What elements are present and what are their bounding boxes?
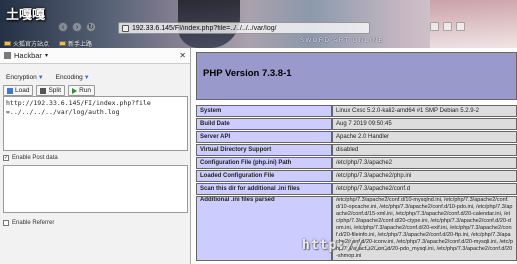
phpinfo-row: Virtual Directory Support disabled xyxy=(196,144,517,156)
split-url-button[interactable]: Split xyxy=(36,85,66,96)
phpinfo-row: Build Date Aug 7 2019 09:50:45 xyxy=(196,118,517,130)
phpinfo-value: /etc/php/7.3/apache2 xyxy=(332,157,517,169)
forward-icon[interactable]: › xyxy=(72,22,82,32)
phpinfo-row: System Linux Cxsc 5.2.0-kali2-amd64 #1 SM… xyxy=(196,105,517,117)
menu-icon[interactable] xyxy=(456,22,465,31)
phpinfo-value: Apache 2.0 Handler xyxy=(332,131,517,143)
load-icon xyxy=(7,87,13,94)
bookmark-item[interactable]: 火狐官方站点 xyxy=(4,38,49,48)
library-icon[interactable] xyxy=(443,22,452,31)
hackbar-sidebar: Hackbar ▾ ✕ Encryption ▼ Encoding ▼ Load… xyxy=(0,48,191,264)
phpinfo-key: Server API xyxy=(196,131,332,143)
phpinfo-header: PHP Version 7.3.8-1 xyxy=(196,52,517,100)
split-label: Split xyxy=(48,87,62,94)
phpinfo-key: Virtual Directory Support xyxy=(196,144,332,156)
hackbar-url-textarea[interactable]: http://192.33.6.145/FI/index.php?file=..… xyxy=(3,96,188,151)
page-info-icon[interactable] xyxy=(122,24,129,32)
post-data-textarea[interactable] xyxy=(3,165,188,213)
enable-post-row[interactable]: ✓ Enable Post data xyxy=(3,155,58,161)
back-icon[interactable]: ‹ xyxy=(58,22,68,32)
folder-icon xyxy=(4,40,11,46)
phpinfo-value: /etc/php/7.3/apache2/php.ini xyxy=(332,170,517,182)
url-path: /FI/index.php?file=../../../../var/log/ xyxy=(172,24,277,32)
url-host: 192.33.6.145 xyxy=(132,24,173,32)
bookmarks-bar: 火狐官方站点 新手上路 xyxy=(0,38,92,48)
banner-logo-text: SWORD ART ONLINE xyxy=(300,38,385,44)
bookmark-label: 新手上路 xyxy=(68,41,93,48)
split-icon xyxy=(40,87,47,94)
folder-icon xyxy=(59,40,67,46)
hackbar-title: Hackbar xyxy=(14,51,42,60)
hackbar-actions: Load Split Run xyxy=(0,81,190,96)
enable-post-checkbox[interactable]: ✓ xyxy=(3,155,9,161)
bookmark-star-icon[interactable] xyxy=(430,22,439,31)
hackbar-header: Hackbar ▾ ✕ xyxy=(0,48,190,64)
php-version-title: PHP Version 7.3.8-1 xyxy=(203,68,292,79)
phpinfo-value: Aug 7 2019 09:50:45 xyxy=(332,118,517,130)
nav-buttons: ‹ › ↻ xyxy=(58,22,96,32)
phpinfo-key: Scan this dir for additional .ini files xyxy=(196,183,332,195)
load-label: Load xyxy=(15,87,30,94)
address-bar-text[interactable]: 192.33.6.145/FI/index.php?file=../../../… xyxy=(132,25,277,32)
run-button[interactable]: Run xyxy=(68,85,96,96)
encryption-label: Encryption xyxy=(6,74,37,81)
phpinfo-row: Scan this dir for additional .ini files /… xyxy=(196,183,517,195)
enable-referrer-label: Enable Referrer xyxy=(12,220,55,226)
phpinfo-row: Server API Apache 2.0 Handler xyxy=(196,131,517,143)
enable-post-label: Enable Post data xyxy=(12,155,58,161)
encoding-dropdown[interactable]: Encoding ▼ xyxy=(56,74,90,81)
phpinfo-value: disabled xyxy=(332,144,517,156)
phpinfo-row: Loaded Configuration File/etc/php/7.3/ap… xyxy=(196,170,517,182)
hackbar-menus: Encryption ▼ Encoding ▼ xyxy=(0,64,190,81)
dropdown-arrow-icon: ▼ xyxy=(37,74,44,81)
phpinfo-key: Build Date xyxy=(196,118,332,130)
phpinfo-page: PHP Version 7.3.8-1 System Linux Cxsc 5.2… xyxy=(192,48,517,264)
load-url-button[interactable]: Load xyxy=(3,85,34,96)
dropdown-arrow-icon: ▼ xyxy=(83,74,90,81)
close-icon[interactable]: ✕ xyxy=(179,51,186,60)
bookmark-item[interactable]: 新手上路 xyxy=(59,38,92,48)
reload-icon[interactable]: ↻ xyxy=(86,22,96,32)
phpinfo-key: Configuration File (php.ini) Path xyxy=(196,157,332,169)
phpinfo-row: Configuration File (php.ini) Path/etc/ph… xyxy=(196,157,517,169)
enable-referrer-checkbox[interactable] xyxy=(3,220,9,226)
run-label: Run xyxy=(79,87,92,94)
encoding-label: Encoding xyxy=(55,74,83,81)
phpinfo-key: System xyxy=(196,105,332,117)
brand-watermark: 土嘎嘎 xyxy=(6,8,46,23)
hackbar-icon xyxy=(4,52,11,59)
bookmark-label: 火狐官方站点 xyxy=(13,41,50,48)
address-bar[interactable]: 192.33.6.145/FI/index.php?file=../../../… xyxy=(118,22,370,34)
phpinfo-value: Linux Cxsc 5.2.0-kali2-amd64 #1 SMP Debi… xyxy=(332,105,517,117)
enable-referrer-row[interactable]: Enable Referrer xyxy=(3,220,54,226)
toolbar-icons xyxy=(430,22,465,31)
encryption-dropdown[interactable]: Encryption ▼ xyxy=(6,74,44,81)
phpinfo-key: Loaded Configuration File xyxy=(196,170,332,182)
play-icon xyxy=(72,87,78,94)
browser-chrome: 土嘎嘎 ‹ › ↻ 192.33.6.145/FI/index.php?file… xyxy=(0,0,517,48)
watermark-text: http://... xyxy=(302,238,391,253)
phpinfo-value: /etc/php/7.3/apache2/conf.d xyxy=(332,183,517,195)
chevron-down-icon[interactable]: ▾ xyxy=(45,52,48,59)
